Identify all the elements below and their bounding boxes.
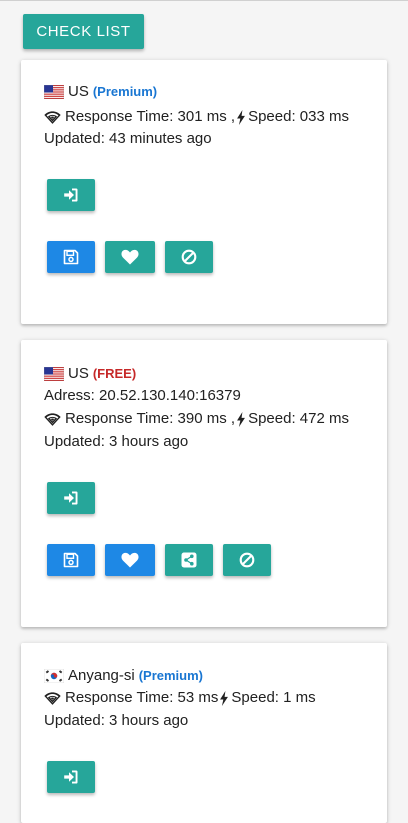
speed-label: Speed: 472 ms (248, 410, 349, 427)
wifi-icon (44, 692, 61, 705)
speed-label: Speed: 033 ms (248, 108, 349, 125)
save-button[interactable] (47, 544, 95, 576)
updated-label: Updated: 3 hours ago (44, 712, 189, 729)
updated-label: Updated: 3 hours ago (44, 433, 189, 450)
block-icon (181, 249, 197, 265)
heart-icon (121, 249, 139, 265)
bolt-icon (219, 691, 229, 706)
connect-button[interactable] (47, 482, 95, 514)
proxy-card: Anyang-si (Premium) Response Time: 53 ms… (21, 643, 387, 823)
proxy-card: US (FREE) Adress: 20.52.130.140:16379 Re… (21, 340, 387, 627)
save-icon (63, 249, 79, 265)
metrics-line: Response Time: 390 ms , Speed: 472 ms (44, 409, 349, 429)
country-label: Anyang-si (68, 667, 135, 684)
metrics-line: Response Time: 301 ms , Speed: 033 ms (44, 107, 349, 127)
updated-label: Updated: 43 minutes ago (44, 130, 212, 147)
bolt-icon (236, 412, 246, 427)
proxy-card: US (Premium) Response Time: 301 ms , Spe… (21, 60, 387, 324)
metrics-line: Response Time: 53 ms Speed: 1 ms (44, 688, 316, 708)
save-icon (63, 552, 79, 568)
card-header: Anyang-si (Premium) (44, 666, 203, 686)
block-icon (239, 552, 255, 568)
connect-button[interactable] (47, 179, 95, 211)
country-label: US (68, 83, 89, 100)
tier-badge: (Premium) (138, 668, 203, 683)
favorite-button[interactable] (105, 241, 155, 273)
connect-button[interactable] (47, 761, 95, 793)
block-button[interactable] (223, 544, 271, 576)
connect-icon (63, 490, 79, 506)
south-korea-flag-icon (44, 669, 64, 683)
wifi-icon (44, 111, 61, 124)
country-label: US (68, 365, 89, 382)
us-flag-icon (44, 85, 64, 99)
heart-icon (121, 552, 139, 568)
connect-icon (63, 769, 79, 785)
share-button[interactable] (165, 544, 213, 576)
connect-icon (63, 187, 79, 203)
tier-badge: (Premium) (92, 84, 158, 99)
bolt-icon (236, 110, 246, 125)
block-button[interactable] (165, 241, 213, 273)
save-button[interactable] (47, 241, 95, 273)
card-header: US (Premium) (44, 82, 157, 102)
speed-label: Speed: 1 ms (231, 689, 316, 706)
favorite-button[interactable] (105, 544, 155, 576)
us-flag-icon (44, 367, 64, 381)
wifi-icon (44, 413, 61, 426)
response-time-label: Response Time: 301 ms , (65, 108, 236, 125)
check-list-button[interactable]: CHECK LIST (23, 14, 144, 49)
response-time-label: Response Time: 53 ms (65, 689, 219, 706)
address-label: Adress: 20.52.130.140:16379 (44, 387, 241, 404)
share-icon (181, 552, 197, 568)
response-time-label: Response Time: 390 ms , (65, 410, 236, 427)
card-header: US (FREE) (44, 364, 136, 384)
top-divider (0, 0, 408, 1)
tier-badge: (FREE) (92, 366, 137, 381)
